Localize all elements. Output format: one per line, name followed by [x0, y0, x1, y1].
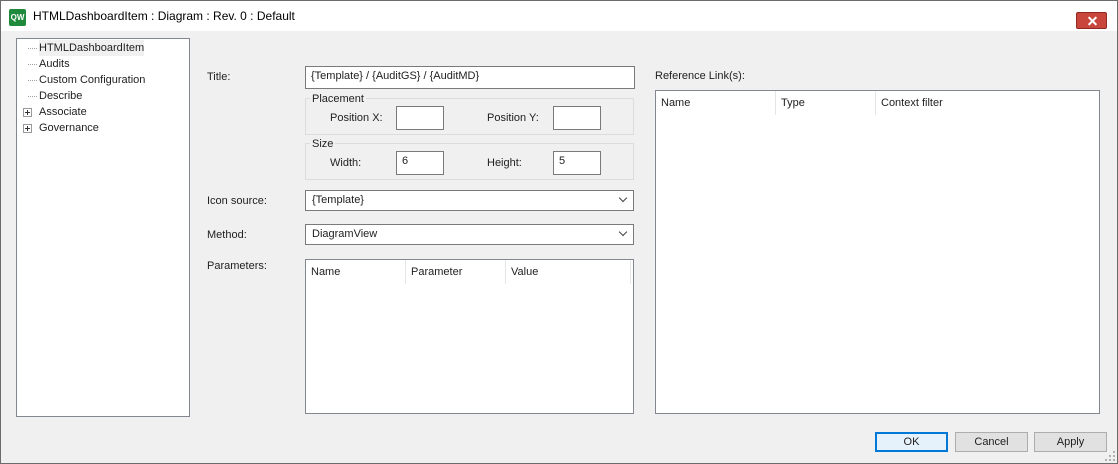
navigation-tree[interactable]: HTMLDashboardItem Audits Custom Configur… — [16, 38, 190, 417]
title-label: Title: — [207, 71, 231, 83]
column-header-name[interactable]: Name — [656, 91, 776, 115]
position-x-label: Position X: — [330, 112, 383, 124]
column-header-name[interactable]: Name — [306, 260, 406, 284]
tree-item-label: Describe — [39, 90, 83, 102]
icon-source-select[interactable]: {Template} — [305, 190, 634, 211]
tree-item-label: Associate — [39, 106, 87, 118]
title-input[interactable]: {Template} / {AuditGS} / {AuditMD} — [305, 66, 635, 89]
ok-button[interactable]: OK — [875, 432, 948, 452]
method-select[interactable]: DiagramView — [305, 224, 634, 245]
column-header-value[interactable]: Value — [506, 260, 631, 284]
tree-item-label: Audits — [39, 58, 70, 70]
icon-source-value: {Template} — [312, 194, 364, 206]
column-header-parameter[interactable]: Parameter — [406, 260, 506, 284]
close-button[interactable] — [1076, 12, 1107, 29]
position-x-input[interactable] — [396, 106, 444, 130]
dialog-window: QW HTMLDashboardItem : Diagram : Rev. 0 … — [0, 0, 1118, 464]
position-y-input[interactable] — [553, 106, 601, 130]
tree-item-label: Custom Configuration — [39, 74, 146, 86]
column-header-type[interactable]: Type — [776, 91, 876, 115]
icon-source-label: Icon source: — [207, 195, 267, 207]
window-title: HTMLDashboardItem : Diagram : Rev. 0 : D… — [33, 9, 295, 23]
height-input[interactable]: 5 — [553, 151, 601, 175]
tree-item-governance[interactable]: Governance — [17, 120, 187, 136]
chevron-down-icon — [618, 193, 628, 203]
column-header-context-filter[interactable]: Context filter — [876, 91, 1096, 115]
chevron-down-icon — [618, 227, 628, 237]
method-value: DiagramView — [312, 228, 378, 240]
expand-plus-icon[interactable] — [23, 124, 32, 133]
height-label: Height: — [487, 157, 522, 169]
tree-item-label: HTMLDashboardItem — [39, 40, 145, 56]
expand-plus-icon[interactable] — [23, 108, 32, 117]
apply-button[interactable]: Apply — [1034, 432, 1107, 452]
width-label: Width: — [330, 157, 362, 169]
tree-item-describe[interactable]: Describe — [17, 88, 187, 104]
reference-links-list[interactable]: Name Type Context filter — [655, 90, 1100, 414]
parameters-list[interactable]: Name Parameter Value — [305, 259, 634, 414]
cancel-button[interactable]: Cancel — [955, 432, 1028, 452]
tree-item-audits[interactable]: Audits — [17, 56, 187, 72]
placement-group-title: Placement — [310, 93, 366, 105]
title-bar[interactable]: QW HTMLDashboardItem : Diagram : Rev. 0 … — [1, 1, 1117, 31]
tree-item-label: Governance — [39, 122, 99, 134]
tree-item-associate[interactable]: Associate — [17, 104, 187, 120]
tree-item-custom-configuration[interactable]: Custom Configuration — [17, 72, 187, 88]
app-logo-icon: QW — [9, 9, 26, 26]
tree-item-htmldashboarditem[interactable]: HTMLDashboardItem — [17, 40, 187, 56]
parameters-label: Parameters: — [207, 260, 267, 272]
size-group-title: Size — [310, 138, 336, 150]
width-input[interactable]: 6 — [396, 151, 444, 175]
resize-grip-icon[interactable] — [1105, 451, 1115, 461]
method-label: Method: — [207, 229, 247, 241]
reference-links-label: Reference Link(s): — [655, 70, 745, 82]
position-y-label: Position Y: — [487, 112, 539, 124]
